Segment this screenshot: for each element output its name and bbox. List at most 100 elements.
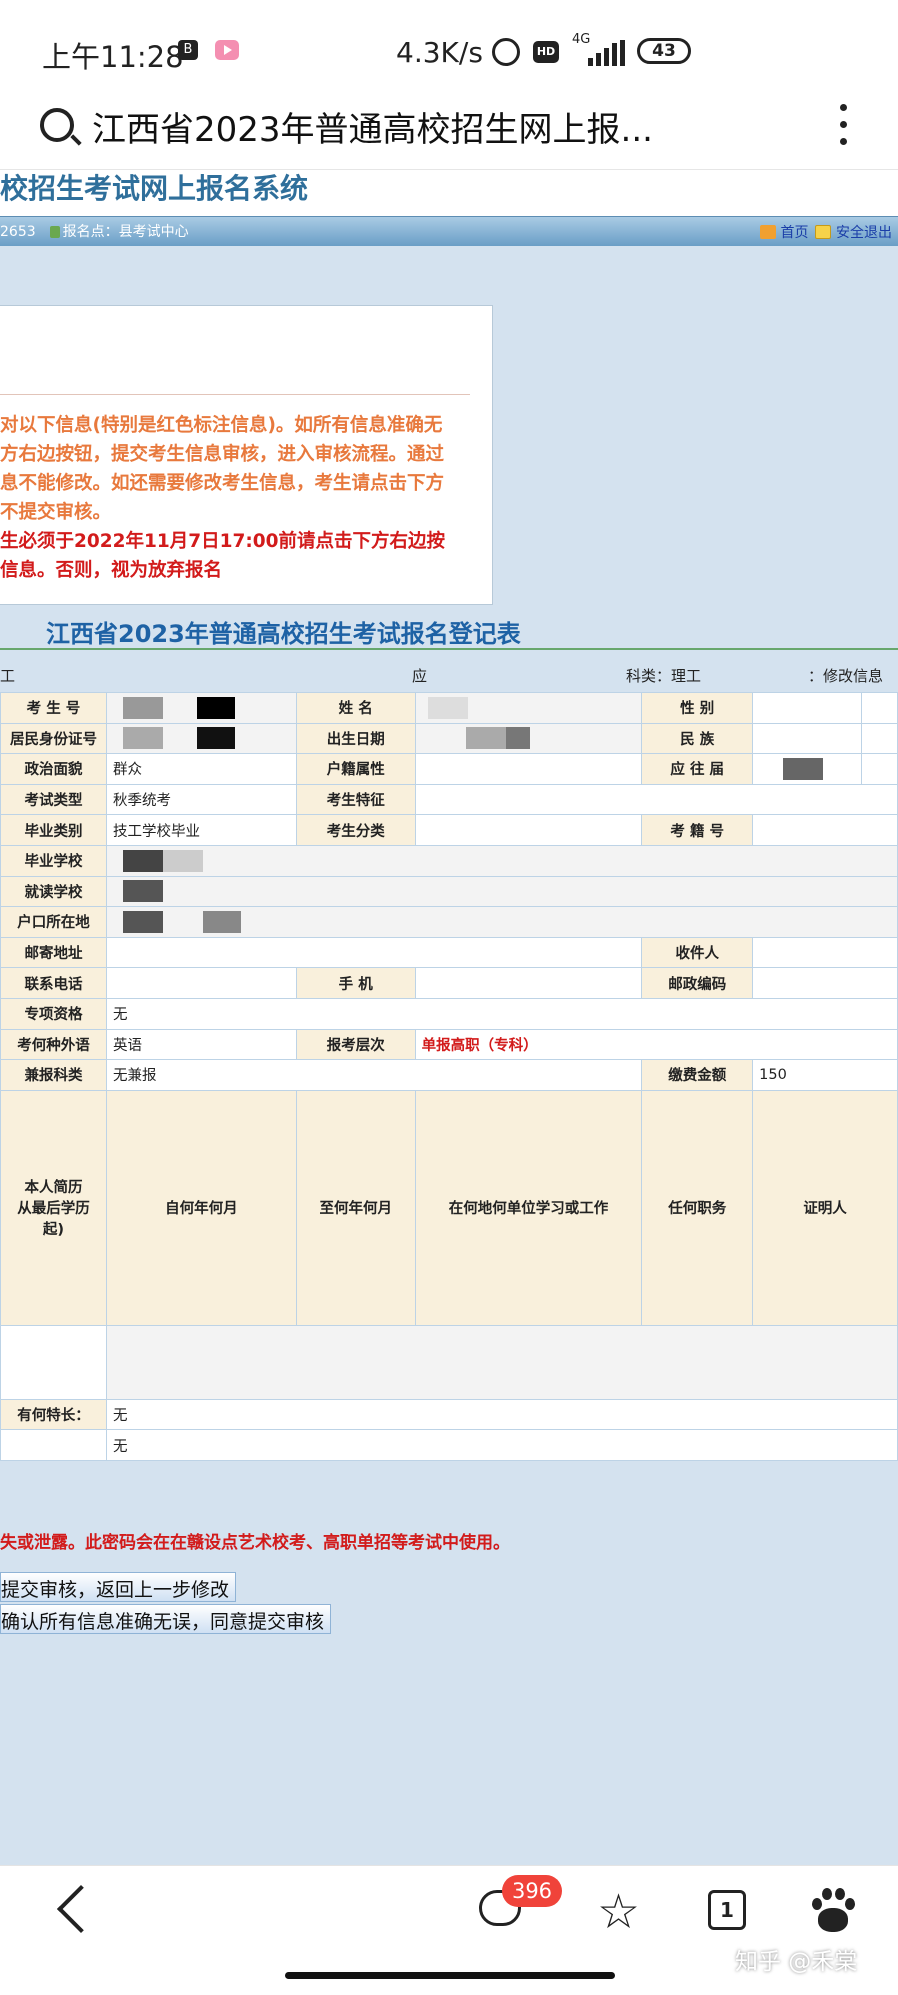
col-from: 自何年何月 (105, 1089, 297, 1326)
gender-value (752, 692, 863, 724)
table-row: 户口所在地 (0, 906, 898, 938)
alarm-icon (492, 38, 520, 66)
fresh-value (752, 753, 863, 785)
label-fresh: 应 往 届 (641, 753, 754, 785)
resume-header-row: 本人简历 从最后学历起) 自何年何月 至何年何月 在何地何单位学习或工作 任何职务… (0, 1089, 898, 1326)
label-mail-addr: 邮寄地址 (0, 936, 107, 969)
favorite-star-icon[interactable]: ☆ (597, 1888, 640, 1936)
postcode-value (752, 967, 898, 999)
notice-line: 对以下信息(特别是红色标注信息)。如所有信息准确无 (0, 415, 443, 436)
birth-value (414, 722, 643, 755)
col-witness: 证明人 (752, 1089, 898, 1326)
fee-value: 150 (752, 1059, 898, 1091)
status-bar: 上午11:28 B 4.3K/s HD 4G 43 (0, 0, 898, 100)
video-app-icon (215, 40, 239, 60)
table-row: 兼报科类 无兼报 缴费金额 150 (0, 1059, 898, 1091)
registration-table: 考 生 号 姓 名 性 别 居民身份证号 出生日期 民 族 政治面貌 群众 户籍… (0, 692, 898, 1461)
home-link[interactable]: 首页 (781, 225, 809, 241)
search-icon[interactable] (40, 108, 74, 142)
label-specialty: 有何特长： (0, 1398, 107, 1431)
label-exam-no: 考 生 号 (0, 692, 107, 724)
grad-type-value: 技工学校毕业 (105, 814, 297, 846)
label-phone: 联系电话 (0, 967, 107, 999)
table-row: 无 (0, 1429, 898, 1461)
back-modify-button[interactable]: 提交审核，返回上一步修改 (0, 1572, 237, 1602)
label-foreign-lang: 考何种外语 (0, 1028, 107, 1061)
table-row: 专项资格 无 (0, 997, 898, 1030)
student-no-value (752, 814, 898, 846)
resume-sublabel: 从最后学历起) (17, 1201, 90, 1239)
table-row: 考 生 号 姓 名 性 别 (0, 692, 898, 724)
more-menu-icon[interactable] (840, 104, 848, 146)
notice-line: 息不能修改。如还需要修改考生信息，考生请点击下方 (0, 473, 445, 494)
phone-value (105, 967, 297, 999)
col-to: 至何年何月 (295, 1089, 416, 1326)
summary-left: 工 (0, 667, 16, 685)
label-politics: 政治面貌 (0, 753, 107, 785)
search-query-text[interactable]: 江西省2023年普通高校招生网上报... (92, 102, 653, 151)
user-icon (49, 226, 60, 238)
watermark: 知乎 @禾棠 (735, 1949, 858, 1975)
home-indicator[interactable] (285, 1972, 615, 1979)
student-cat-value (414, 814, 643, 846)
label-special: 专项资格 (0, 997, 107, 1030)
site-header: 校招生考试网上报名系统 (0, 170, 898, 216)
label-postcode: 邮政编码 (641, 967, 754, 999)
label-id-no: 居民身份证号 (0, 722, 107, 755)
label-grad-type: 毕业类别 (0, 814, 107, 846)
receiver-value (752, 936, 898, 969)
table-row: 邮寄地址 收件人 (0, 936, 898, 969)
home-icon[interactable] (759, 225, 776, 239)
form-summary-row: 工 应 科类：理工 ：修改信息 (0, 662, 898, 688)
label-student-cat: 考生分类 (295, 814, 416, 846)
trait-value (414, 783, 898, 816)
level-value: 单报高职（专科） (414, 1028, 898, 1061)
baidu-paw-icon[interactable] (808, 1886, 856, 1934)
label-gender: 性 别 (641, 692, 754, 724)
deadline-line: 生必须于2022年11月7日17:00前请点击下方右边按 (0, 531, 445, 552)
tabs-icon[interactable]: 1 (708, 1890, 746, 1930)
mail-addr-value (105, 936, 643, 969)
site-navbar: 2653 报名点：县考试中心 首页 安全退出 (0, 216, 898, 246)
label-receiver: 收件人 (641, 936, 754, 969)
web-page: 校招生考试网上报名系统 2653 报名点：县考试中心 首页 安全退出 对以下信息(… (0, 170, 898, 1865)
form-title: 江西省2023年普通高校招生考试报名登记表 (46, 620, 521, 648)
table-row: 政治面貌 群众 户籍属性 应 往 届 (0, 753, 898, 785)
last-value: 无 (105, 1429, 898, 1461)
table-row: 考试类型 秋季统考 考生特征 (0, 783, 898, 816)
table-row: 居民身份证号 出生日期 民 族 (0, 722, 898, 755)
label-resume: 本人简历从最后学历起) (0, 1089, 107, 1326)
mobile-value (414, 967, 643, 999)
logout-link[interactable]: 安全退出 (836, 225, 892, 241)
password-warning: 失或泄露。此密码会在在赣设点艺术校考、高职单招等考试中使用。 (0, 1533, 510, 1553)
foreign-lang-value: 英语 (105, 1028, 297, 1061)
table-row: 联系电话 手 机 邮政编码 (0, 967, 898, 999)
notification-app-icon: B (178, 40, 198, 60)
comment-count-badge: 396 (502, 1875, 562, 1907)
label-level: 报考层次 (295, 1028, 416, 1061)
logout-icon[interactable] (815, 225, 831, 239)
label-ethnicity: 民 族 (641, 722, 754, 755)
resume-label: 本人简历 (24, 1180, 83, 1197)
summary-category: 科类：理工 (626, 667, 702, 685)
label-fee: 缴费金额 (641, 1059, 754, 1091)
label-mobile: 手 机 (295, 967, 416, 999)
label-hukou-type: 户籍属性 (295, 753, 416, 785)
grad-school-value (105, 844, 898, 877)
notice-line: 方右边按钮，提交考生信息审核，进入审核流程。通过 (0, 444, 445, 465)
candidate-number-fragment: 2653 (0, 224, 36, 240)
notice-line: 不提交审核。 (0, 502, 112, 523)
name-value (414, 692, 643, 724)
signal-icon (588, 40, 626, 66)
label-current-school: 就读学校 (0, 875, 107, 908)
ethnicity-value (752, 722, 863, 755)
resume-entry (105, 1324, 898, 1400)
specialty-value: 无 (105, 1398, 898, 1431)
table-row: 就读学校 (0, 875, 898, 908)
label-student-no: 考 籍 号 (641, 814, 754, 846)
modify-info-link[interactable]: ：修改信息 (808, 665, 883, 686)
exam-type-value: 秋季统考 (105, 783, 297, 816)
label-exam-type: 考试类型 (0, 783, 107, 816)
submit-review-button[interactable]: 确认所有信息准确无误，同意提交审核 (0, 1604, 332, 1634)
table-row: 考何种外语 英语 报考层次 单报高职（专科） (0, 1028, 898, 1061)
